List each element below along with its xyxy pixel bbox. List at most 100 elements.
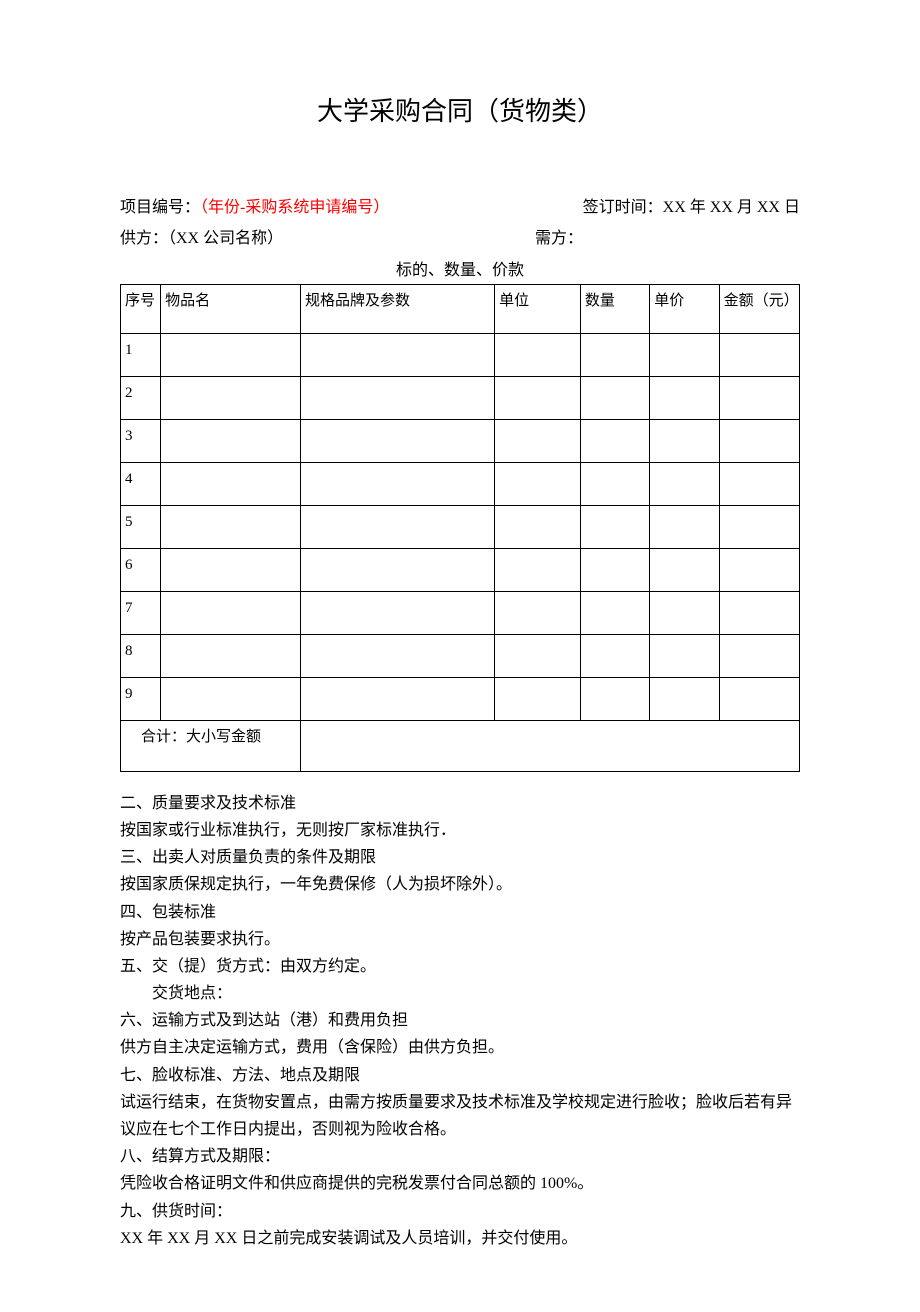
sign-time: 签订时间：XX 年 XX 月 XX 日 [583, 194, 800, 221]
cell [301, 548, 495, 591]
cell [495, 376, 581, 419]
cell [580, 677, 649, 720]
cell [301, 376, 495, 419]
table-row: 4 [121, 462, 800, 505]
cell [495, 419, 581, 462]
section-2-body: 按国家或行业标准执行，无则按厂家标准执行． [120, 817, 800, 844]
cell [301, 505, 495, 548]
cell [161, 376, 301, 419]
cell [719, 333, 799, 376]
section-5-body: 交货地点： [120, 980, 800, 1007]
project-number-label: 项目编号： [120, 199, 200, 216]
row-seq: 4 [121, 462, 161, 505]
table-row: 3 [121, 419, 800, 462]
cell [719, 505, 799, 548]
cell [580, 376, 649, 419]
project-number-hint: （年份-采购系统申请编号） [200, 199, 389, 216]
section-8-heading: 八、结算方式及期限： [120, 1143, 800, 1170]
section-4-heading: 四、包装标准 [120, 899, 800, 926]
cell [495, 462, 581, 505]
cell [161, 462, 301, 505]
supplier: 供方：（XX 公司名称） [120, 225, 283, 252]
items-table: 序号 物品名 规格品牌及参数 单位 数量 单价 金额（元） 1 2 3 4 5 … [120, 284, 800, 772]
cell [650, 634, 719, 677]
cell [580, 591, 649, 634]
col-qty: 数量 [580, 284, 649, 333]
col-name: 物品名 [161, 284, 301, 333]
col-unit: 单位 [495, 284, 581, 333]
cell [161, 591, 301, 634]
cell [580, 634, 649, 677]
cell [301, 462, 495, 505]
cell [161, 505, 301, 548]
cell [495, 505, 581, 548]
table-total-row: 合计：大小写金额 [121, 720, 800, 771]
section-2-heading: 二、质量要求及技术标准 [120, 790, 800, 817]
buyer: 需方： [535, 225, 800, 252]
project-number: 项目编号：（年份-采购系统申请编号） [120, 194, 389, 221]
cell [580, 333, 649, 376]
cell [650, 591, 719, 634]
cell [495, 591, 581, 634]
cell [161, 333, 301, 376]
section-9-heading: 九、供货时间： [120, 1198, 800, 1225]
table-row: 8 [121, 634, 800, 677]
cell [719, 376, 799, 419]
cell [650, 462, 719, 505]
section-6-heading: 六、运输方式及到达站（港）和费用负担 [120, 1007, 800, 1034]
col-spec: 规格品牌及参数 [301, 284, 495, 333]
section-5-heading: 五、交（提）货方式：由双方约定。 [120, 953, 800, 980]
document-title: 大学采购合同（货物类） [120, 90, 800, 134]
table-row: 7 [121, 591, 800, 634]
row-seq: 5 [121, 505, 161, 548]
cell [650, 548, 719, 591]
total-label: 合计：大小写金额 [121, 720, 301, 771]
section-7-heading: 七、脸收标准、方法、地点及期限 [120, 1062, 800, 1089]
cell [650, 677, 719, 720]
cell [495, 677, 581, 720]
table-caption: 标的、数量、价款 [120, 257, 800, 284]
section-3-body: 按国家质保规定执行，一年免费保修（人为损坏除外）。 [120, 871, 800, 898]
row-seq: 9 [121, 677, 161, 720]
section-3-heading: 三、出卖人对质量负责的条件及期限 [120, 844, 800, 871]
section-7-body: 试运行结束，在货物安置点，由需方按质量要求及技术标准及学校规定进行脸收；脸收后若… [120, 1089, 800, 1143]
cell [650, 419, 719, 462]
row-seq: 3 [121, 419, 161, 462]
cell [161, 419, 301, 462]
table-row: 5 [121, 505, 800, 548]
cell [495, 548, 581, 591]
cell [580, 462, 649, 505]
cell [650, 505, 719, 548]
cell [719, 419, 799, 462]
table-row: 9 [121, 677, 800, 720]
cell [719, 634, 799, 677]
cell [580, 419, 649, 462]
cell [161, 677, 301, 720]
row-seq: 7 [121, 591, 161, 634]
row-seq: 1 [121, 333, 161, 376]
cell [580, 548, 649, 591]
cell [719, 591, 799, 634]
cell [301, 677, 495, 720]
cell [301, 591, 495, 634]
cell [161, 548, 301, 591]
col-seq: 序号 [121, 284, 161, 333]
row-seq: 8 [121, 634, 161, 677]
cell [495, 634, 581, 677]
section-6-body: 供方自主决定运输方式，费用（含保险）由供方负担。 [120, 1034, 800, 1061]
row-seq: 2 [121, 376, 161, 419]
cell [301, 419, 495, 462]
table-row: 6 [121, 548, 800, 591]
cell [301, 333, 495, 376]
cell [650, 376, 719, 419]
cell [495, 333, 581, 376]
table-row: 1 [121, 333, 800, 376]
cell [580, 505, 649, 548]
total-value [301, 720, 800, 771]
col-amount: 金额（元） [719, 284, 799, 333]
cell [301, 634, 495, 677]
cell [719, 677, 799, 720]
row-seq: 6 [121, 548, 161, 591]
table-row: 2 [121, 376, 800, 419]
cell [161, 634, 301, 677]
